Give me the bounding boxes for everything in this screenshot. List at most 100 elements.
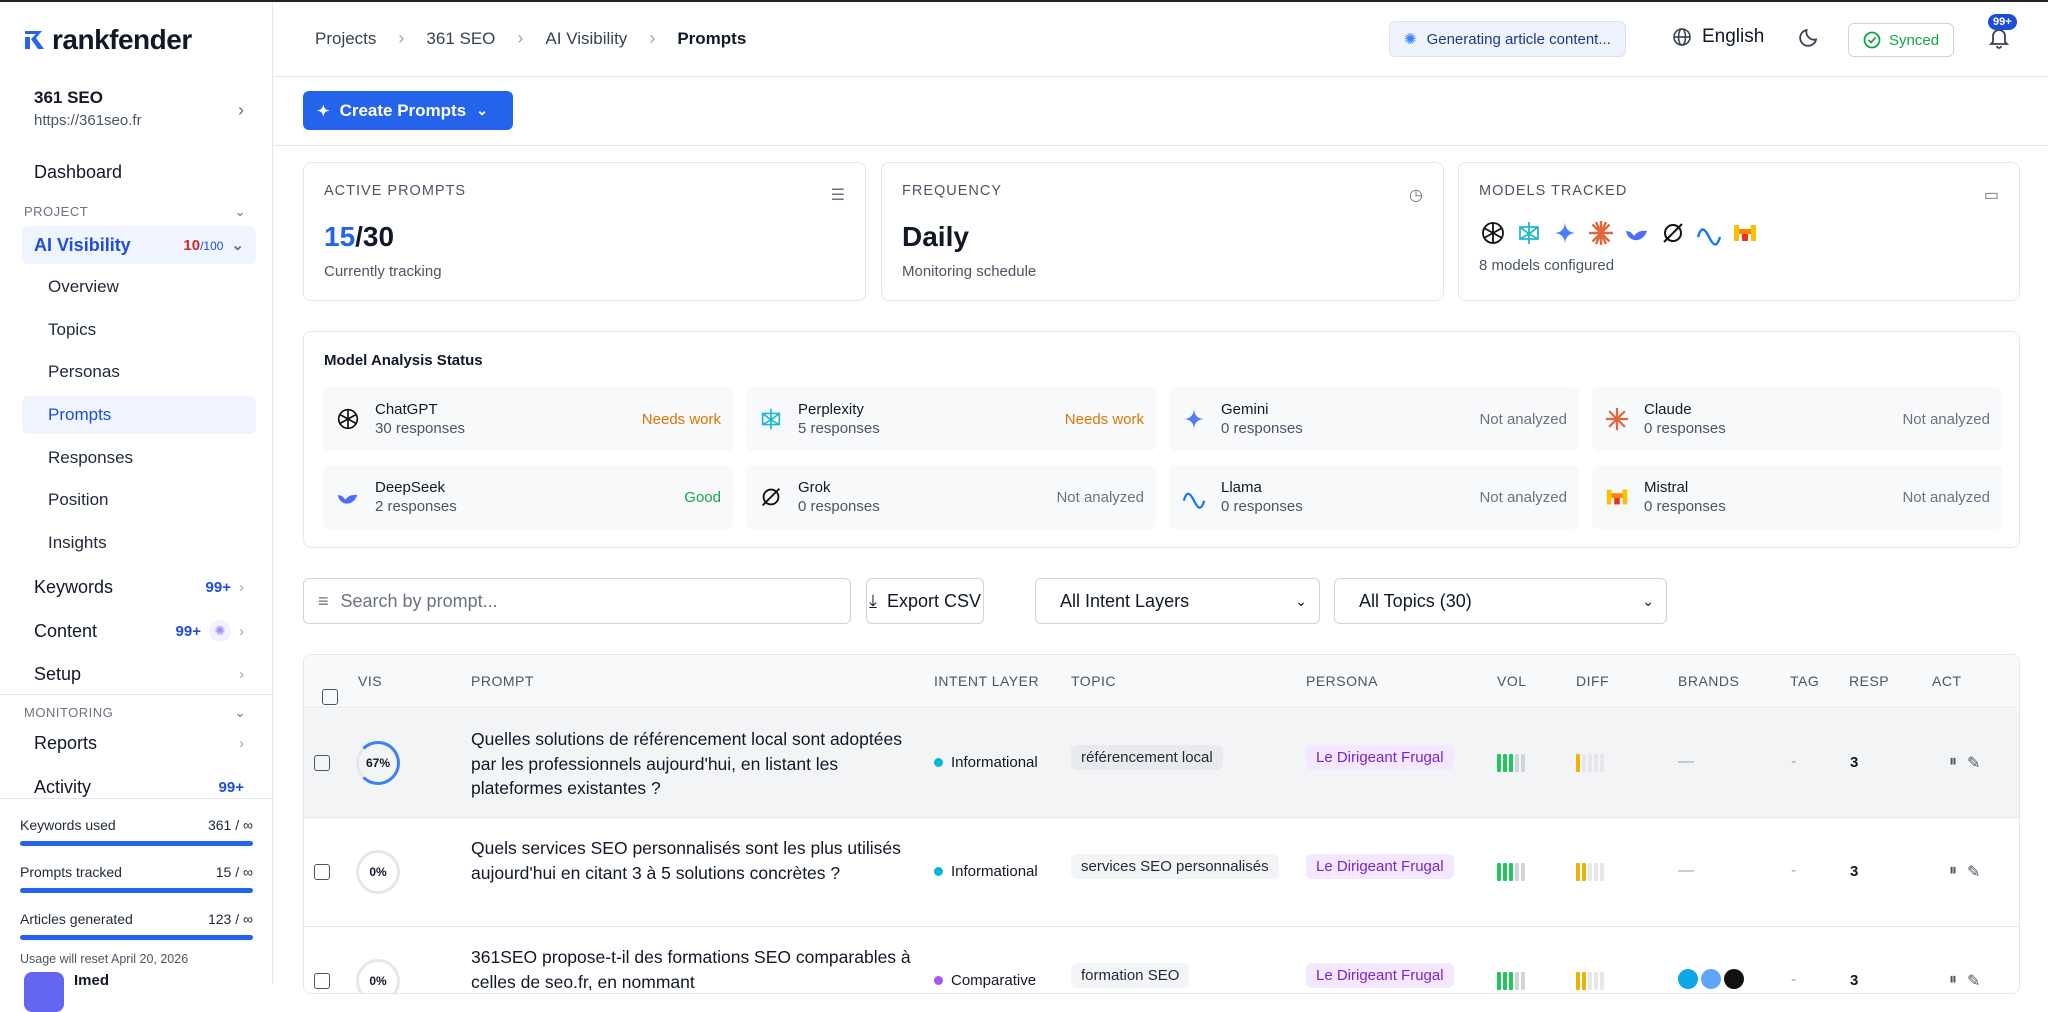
sidebar-item-content[interactable]: Content 99+ ✺ › [22, 612, 256, 650]
sidebar-item-setup[interactable]: Setup › [22, 655, 256, 693]
visibility-ring: 0% [356, 959, 400, 993]
ai-visibility-limit: /100 [200, 238, 224, 253]
section-label: PROJECT [24, 204, 89, 219]
edit-icon[interactable]: ✎ [1967, 971, 1980, 991]
search-input[interactable] [340, 590, 801, 612]
sidebar-item-topics[interactable]: Topics [22, 311, 256, 349]
models-tracked-card: MODELS TRACKED ▭ 8 models configured [1458, 162, 2020, 301]
breadcrumb-ai-visibility[interactable]: AI Visibility [545, 29, 627, 49]
column-header[interactable]: RESP [1849, 673, 1889, 689]
prompt-text[interactable]: Quelles solutions de référencement local… [471, 727, 911, 801]
topic-tag: formation SEO [1071, 963, 1190, 988]
sidebar-item-overview[interactable]: Overview [22, 268, 256, 306]
chevron-down-icon: ⌄ [234, 705, 246, 720]
responses-count: 3 [1850, 754, 1859, 771]
ai-visibility-used: 10 [183, 236, 201, 254]
language-selector[interactable]: English [1672, 26, 1764, 48]
logo[interactable]: rankfender [22, 24, 192, 56]
filter-icon: ≡ [318, 590, 329, 611]
topic-tag: services SEO personnalisés [1071, 854, 1279, 879]
column-header[interactable]: TAG [1790, 673, 1819, 689]
chevron-down-icon: ⌄ [231, 237, 244, 254]
sidebar-item-insights[interactable]: Insights [22, 524, 256, 562]
sidebar-item-position[interactable]: Position [22, 481, 256, 519]
model-responses: 0 responses [1221, 420, 1303, 437]
breadcrumb-project[interactable]: 361 SEO [426, 29, 495, 49]
difficulty-bars [1576, 863, 1604, 881]
table-row[interactable]: 0% Quels services SEO personnalisés sont… [304, 818, 2019, 927]
model-status-grok[interactable]: Grok 0 responses Not analyzed [746, 465, 1156, 529]
edit-icon[interactable]: ✎ [1967, 753, 1980, 773]
sidebar-item-keywords[interactable]: Keywords 99+ › [22, 568, 256, 606]
usage-value: 15 / ∞ [215, 864, 253, 880]
notifications-button[interactable] [1988, 26, 2010, 55]
table-row[interactable]: 67% Quelles solutions de référencement l… [304, 709, 2019, 818]
pause-icon[interactable]: ⏸ [1949, 971, 1957, 991]
edit-icon[interactable]: ✎ [1967, 862, 1980, 882]
active-prompts-value: 15/30 [324, 221, 845, 253]
row-checkbox[interactable] [314, 973, 330, 989]
sidebar-item-dashboard[interactable]: Dashboard [22, 153, 256, 191]
model-status-deepseek[interactable]: DeepSeek 2 responses Good [323, 465, 733, 529]
sidebar-item-responses[interactable]: Responses [22, 439, 256, 477]
section-title: Model Analysis Status [324, 352, 483, 369]
sync-status[interactable]: Synced [1848, 23, 1955, 57]
claude-icon [1604, 406, 1630, 432]
select-all-checkbox[interactable] [322, 689, 338, 705]
column-header[interactable]: PERSONA [1306, 673, 1378, 689]
model-status-mistral[interactable]: Mistral 0 responses Not analyzed [1592, 465, 2002, 529]
sidebar-item-label: Overview [48, 277, 119, 296]
user-menu[interactable]: Imed [24, 972, 109, 1012]
monitoring-section-header[interactable]: MONITORING ⌄ [24, 705, 246, 721]
column-header[interactable]: INTENT LAYER [934, 673, 1039, 689]
model-status-claude[interactable]: Claude 0 responses Not analyzed [1592, 387, 2002, 451]
sidebar-item-ai-visibility[interactable]: AI Visibility 10/100 ⌄ [22, 226, 256, 264]
column-header[interactable]: DIFF [1576, 673, 1609, 689]
usage-keywords-bar [20, 841, 253, 846]
sidebar-item-prompts[interactable]: Prompts [22, 396, 256, 434]
chevron-right-icon: › [398, 28, 405, 48]
breadcrumb-projects[interactable]: Projects [315, 29, 376, 49]
pause-icon[interactable]: ⏸ [1949, 862, 1957, 882]
row-checkbox[interactable] [314, 755, 330, 771]
clock-icon: ◷ [1409, 187, 1423, 204]
generation-status-pill[interactable]: ✺ Generating article content... [1389, 21, 1626, 57]
intent-layer-select[interactable]: All Intent Layers ⌄ [1035, 578, 1320, 624]
model-responses: 2 responses [375, 498, 457, 515]
sidebar-item-reports[interactable]: Reports › [22, 724, 256, 762]
spinner-icon: ✺ [1404, 31, 1417, 48]
pause-icon[interactable]: ⏸ [1949, 753, 1957, 773]
project-selector[interactable]: 361 SEO https://361seo.fr › [34, 88, 244, 129]
visibility-value: 67% [365, 756, 391, 770]
chevron-right-icon: › [238, 100, 244, 120]
model-status-llama[interactable]: Llama 0 responses Not analyzed [1169, 465, 1579, 529]
prompt-text[interactable]: Quels services SEO personnalisés sont le… [471, 836, 911, 885]
usage-prompts: Prompts tracked 15 / ∞ [20, 864, 253, 880]
tag-value: - [1791, 971, 1797, 988]
model-status: Not analyzed [1902, 410, 1990, 428]
difficulty-bars [1576, 754, 1604, 772]
theme-toggle[interactable] [1798, 26, 1820, 53]
model-status-gemini[interactable]: Gemini 0 responses Not analyzed [1169, 387, 1579, 451]
export-csv-button[interactable]: ⤓ Export CSV [866, 578, 984, 624]
create-prompts-button[interactable]: ✦ Create Prompts ⌄ [303, 91, 513, 130]
sidebar-item-personas[interactable]: Personas [22, 353, 256, 391]
column-header[interactable]: BRANDS [1678, 673, 1739, 689]
prompt-text[interactable]: 361SEO propose-t-il des formations SEO c… [471, 945, 911, 993]
sidebar-item-label: AI Visibility [34, 234, 131, 255]
model-status-chatgpt[interactable]: ChatGPT 30 responses Needs work [323, 387, 733, 451]
active-total: /30 [355, 221, 395, 252]
chevron-right-icon: › [649, 28, 656, 48]
topic-select[interactable]: All Topics (30) ⌄ [1334, 578, 1667, 624]
column-header[interactable]: VIS [358, 673, 382, 689]
column-header[interactable]: PROMPT [471, 673, 534, 689]
volume-bars [1497, 863, 1525, 881]
row-checkbox[interactable] [314, 864, 330, 880]
column-header[interactable]: VOL [1497, 673, 1527, 689]
project-section-header[interactable]: PROJECT ⌄ [24, 204, 246, 220]
breadcrumb-current: Prompts [677, 28, 747, 48]
avatar [24, 972, 64, 1012]
column-header[interactable]: TOPIC [1071, 673, 1116, 689]
model-status-perplexity[interactable]: Perplexity 5 responses Needs work [746, 387, 1156, 451]
frequency-value: Daily [902, 221, 969, 252]
